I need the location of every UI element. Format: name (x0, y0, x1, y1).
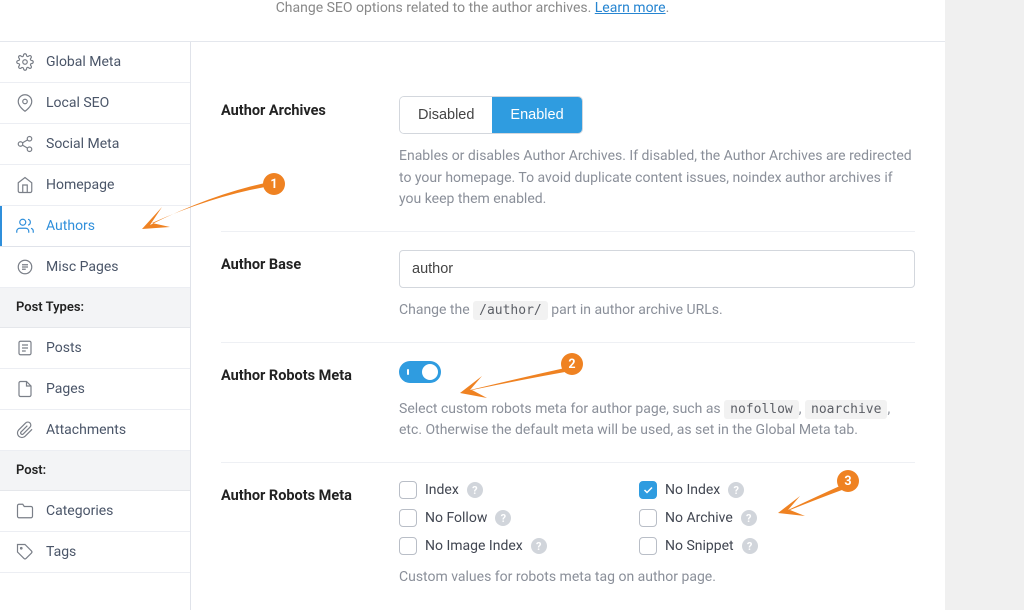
sidebar-item-label: Homepage (46, 177, 114, 193)
help-text: Custom values for robots meta tag on aut… (399, 567, 915, 589)
check-label: No Image Index (425, 538, 523, 554)
robots-meta-toggle[interactable] (399, 361, 441, 383)
setting-label: Author Archives (221, 96, 399, 119)
setting-label: Author Base (221, 250, 399, 273)
share-icon (16, 135, 34, 153)
code-noarchive: noarchive (805, 400, 887, 419)
sidebar-item-social-meta[interactable]: Social Meta (0, 124, 190, 165)
help-text: Enables or disables Author Archives. If … (399, 146, 915, 211)
sidebar-item-label: Tags (46, 544, 76, 560)
help-text: Select custom robots meta for author pag… (399, 399, 915, 442)
code-nofollow: nofollow (724, 400, 799, 419)
setting-label: Author Robots Meta (221, 361, 399, 384)
check-label: No Archive (665, 510, 733, 526)
annotation-arrow-1 (120, 175, 280, 245)
help-text: Change the /author/ part in author archi… (399, 300, 915, 322)
pin-icon (16, 94, 34, 112)
check-no-follow[interactable]: No Follow ? (399, 509, 619, 527)
help-icon[interactable]: ? (495, 510, 511, 526)
check-label: Index (425, 482, 459, 498)
sidebar-item-local-seo[interactable]: Local SEO (0, 83, 190, 124)
sidebar-item-label: Posts (46, 340, 82, 356)
checkbox[interactable] (639, 481, 657, 499)
sidebar-section-post: Post: (0, 451, 190, 491)
check-label: No Index (665, 482, 720, 498)
help-icon[interactable]: ? (742, 538, 758, 554)
checkbox[interactable] (399, 481, 417, 499)
annotation-pill-2: 2 (561, 353, 583, 375)
disabled-button[interactable]: Disabled (400, 97, 492, 133)
checkbox[interactable] (639, 509, 657, 527)
sidebar-item-misc-pages[interactable]: Misc Pages (0, 247, 190, 288)
checkbox[interactable] (399, 537, 417, 555)
sidebar-item-pages[interactable]: Pages (0, 369, 190, 410)
help-icon[interactable]: ? (531, 538, 547, 554)
sidebar-item-categories[interactable]: Categories (0, 491, 190, 532)
sidebar-item-label: Authors (46, 218, 95, 234)
post-icon (16, 339, 34, 357)
learn-more-link[interactable]: Learn more (595, 0, 666, 16)
sidebar-item-posts[interactable]: Posts (0, 328, 190, 369)
help-icon[interactable]: ? (741, 510, 757, 526)
sidebar: Global Meta Local SEO Social Meta Homepa… (0, 0, 191, 610)
tag-icon (16, 543, 34, 561)
checkbox[interactable] (399, 509, 417, 527)
gear-icon (16, 53, 34, 71)
sidebar-item-tags[interactable]: Tags (0, 532, 190, 573)
check-label: No Snippet (665, 538, 734, 554)
page-icon (16, 380, 34, 398)
check-no-snippet[interactable]: No Snippet ? (639, 537, 859, 555)
help-icon[interactable]: ? (467, 482, 483, 498)
clip-icon (16, 421, 34, 439)
setting-author-base: Author Base Change the /author/ part in … (221, 232, 915, 343)
page-description: Change SEO options related to the author… (0, 0, 945, 42)
sidebar-item-global-meta[interactable]: Global Meta (0, 42, 190, 83)
check-no-image-index[interactable]: No Image Index ? (399, 537, 619, 555)
home-icon (16, 176, 34, 194)
setting-author-archives: Author Archives Disabled Enabled Enables… (221, 96, 915, 232)
list-icon (16, 258, 34, 276)
annotation-arrow-2 (445, 360, 575, 405)
check-label: No Follow (425, 510, 487, 526)
annotation-pill-1: 1 (263, 173, 285, 195)
sidebar-item-label: Pages (46, 381, 85, 397)
help-icon[interactable]: ? (728, 482, 744, 498)
annotation-pill-3: 3 (837, 470, 859, 492)
sidebar-item-label: Global Meta (46, 54, 121, 70)
sidebar-item-attachments[interactable]: Attachments (0, 410, 190, 451)
author-archives-toggle: Disabled Enabled (399, 96, 583, 134)
check-index[interactable]: Index ? (399, 481, 619, 499)
right-gutter (945, 0, 1024, 610)
sidebar-section-post-types: Post Types: (0, 288, 190, 328)
users-icon (16, 217, 34, 235)
sidebar-item-label: Local SEO (46, 95, 109, 111)
checkbox[interactable] (639, 537, 657, 555)
setting-label: Author Robots Meta (221, 481, 399, 504)
code-path: /author/ (473, 301, 548, 320)
sidebar-item-label: Categories (46, 503, 113, 519)
enabled-button[interactable]: Enabled (492, 97, 581, 133)
sidebar-item-label: Social Meta (46, 136, 119, 152)
sidebar-item-label: Attachments (46, 422, 126, 438)
folder-icon (16, 502, 34, 520)
author-base-input[interactable] (399, 250, 915, 288)
sidebar-item-label: Misc Pages (46, 259, 119, 275)
